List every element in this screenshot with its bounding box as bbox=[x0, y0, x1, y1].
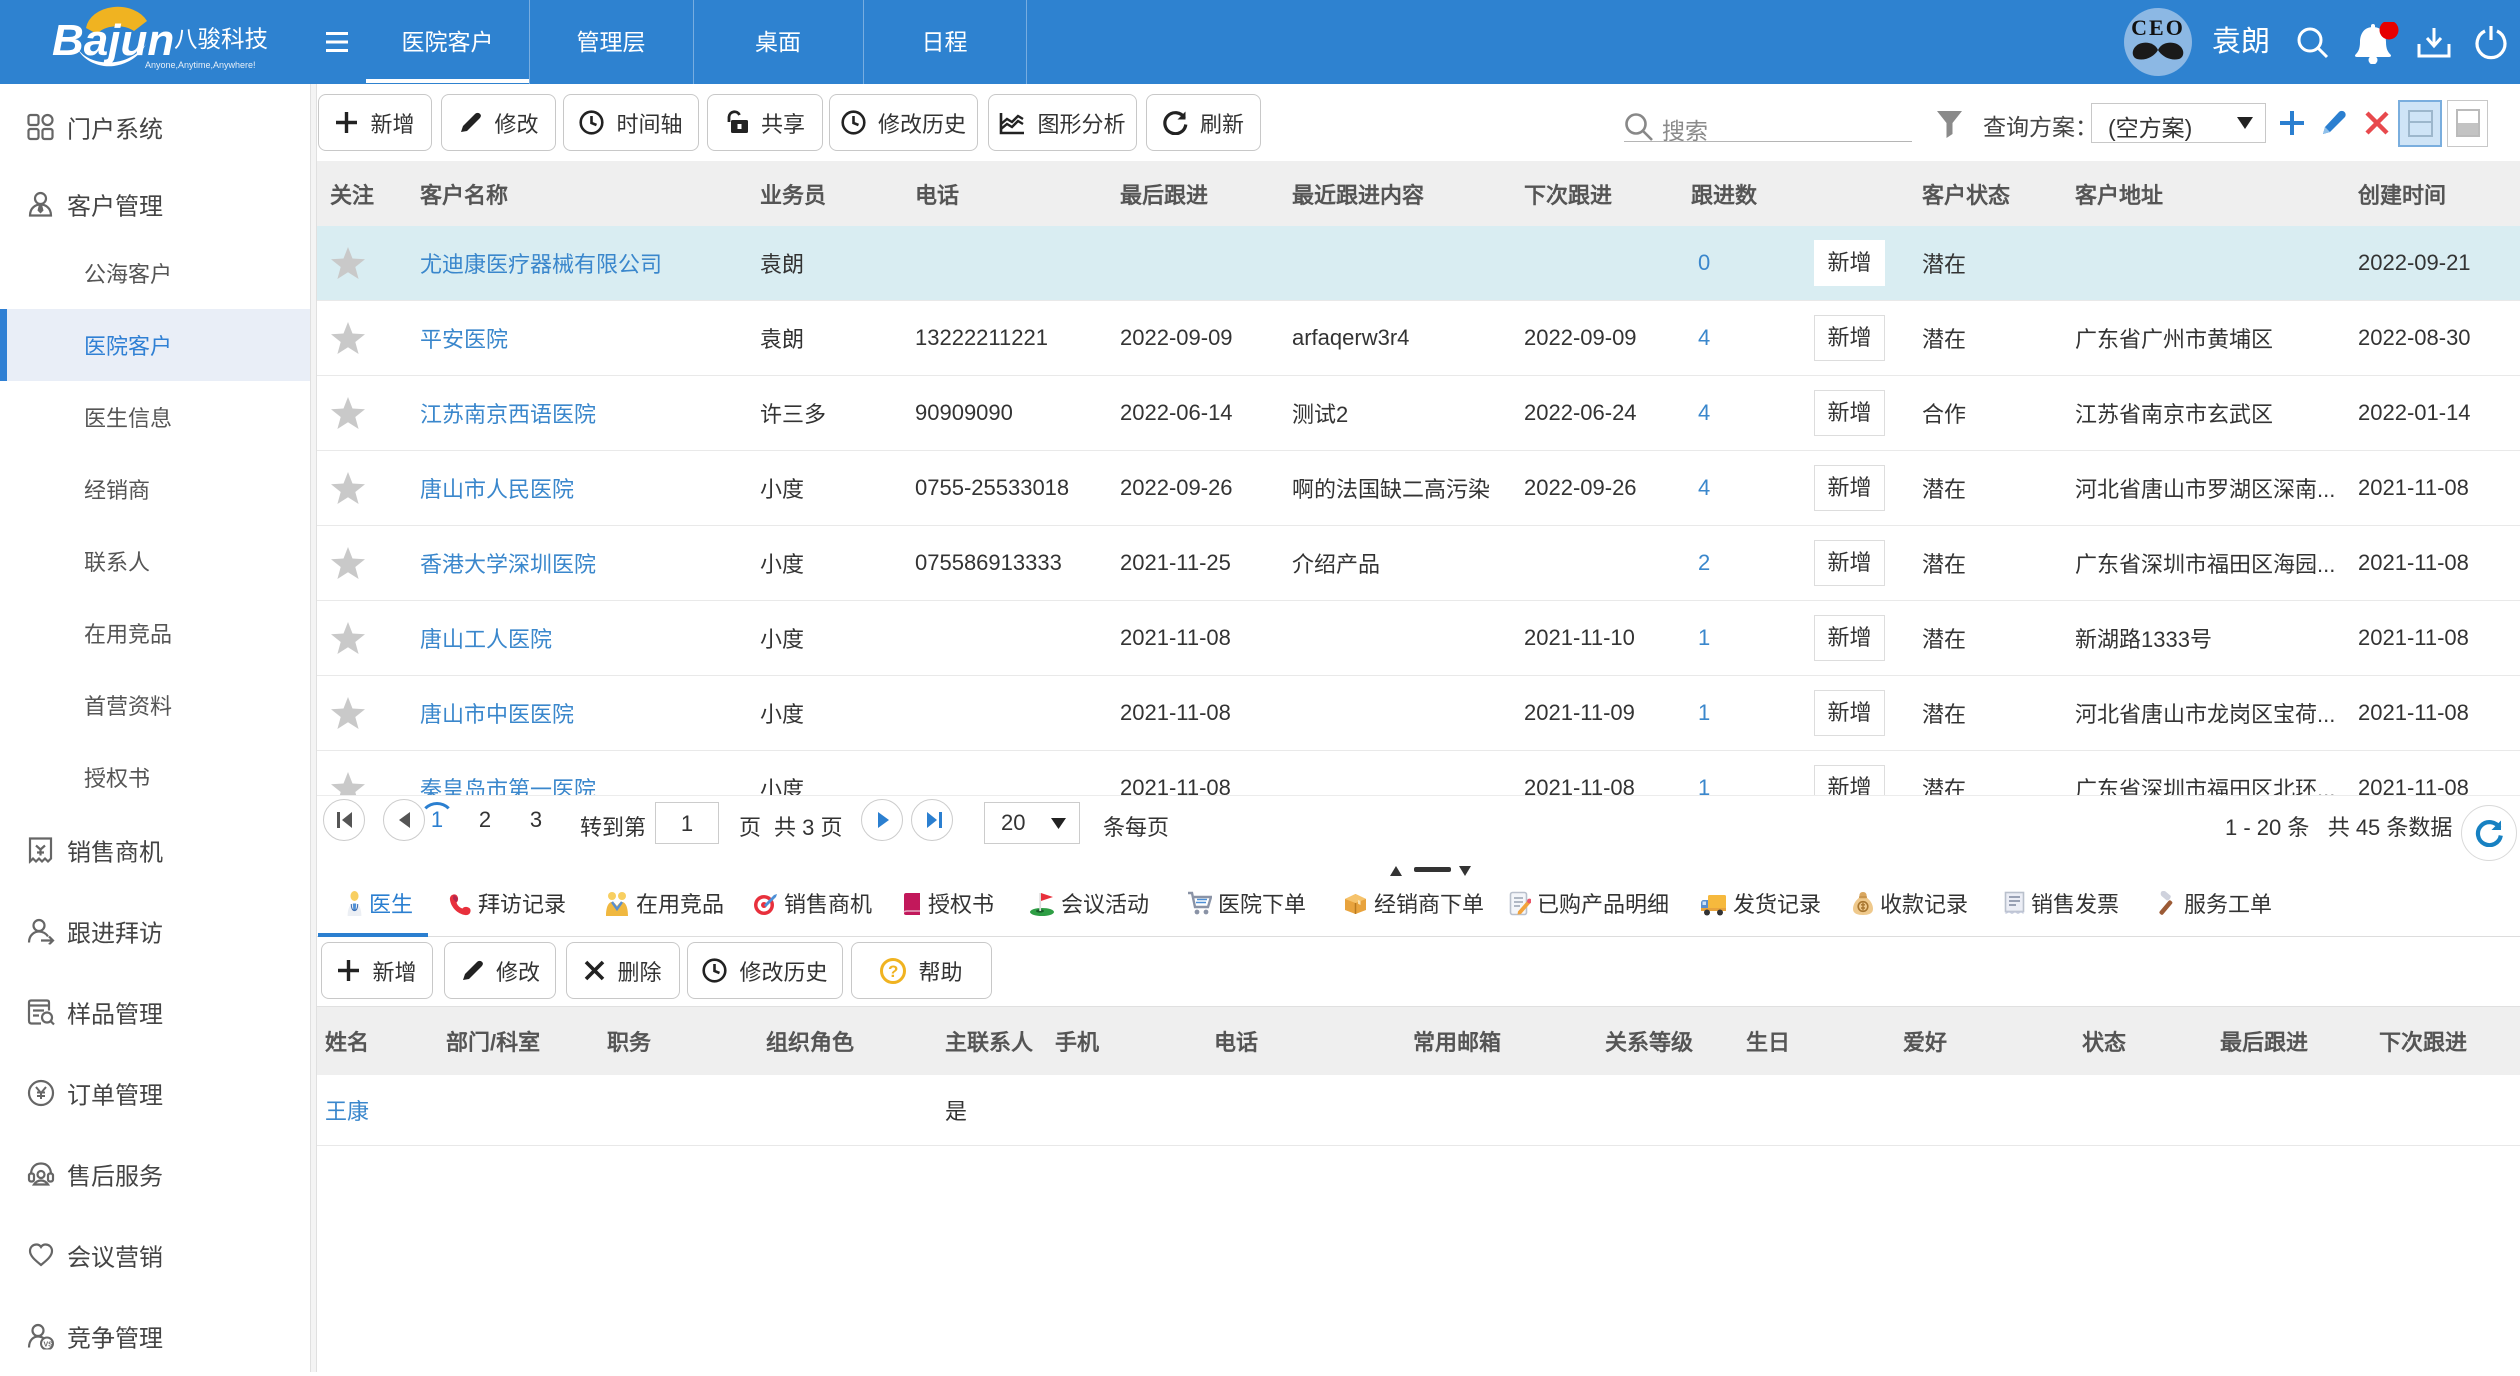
svg-text:八骏科技: 八骏科技 bbox=[174, 26, 268, 52]
svg-text:Anyone,Anytime,Anywhere!: Anyone,Anytime,Anywhere! bbox=[145, 60, 256, 70]
svg-text:VS: VS bbox=[44, 1342, 54, 1349]
svg-text:?: ? bbox=[888, 962, 898, 981]
svg-text:Bajun: Bajun bbox=[52, 16, 174, 65]
